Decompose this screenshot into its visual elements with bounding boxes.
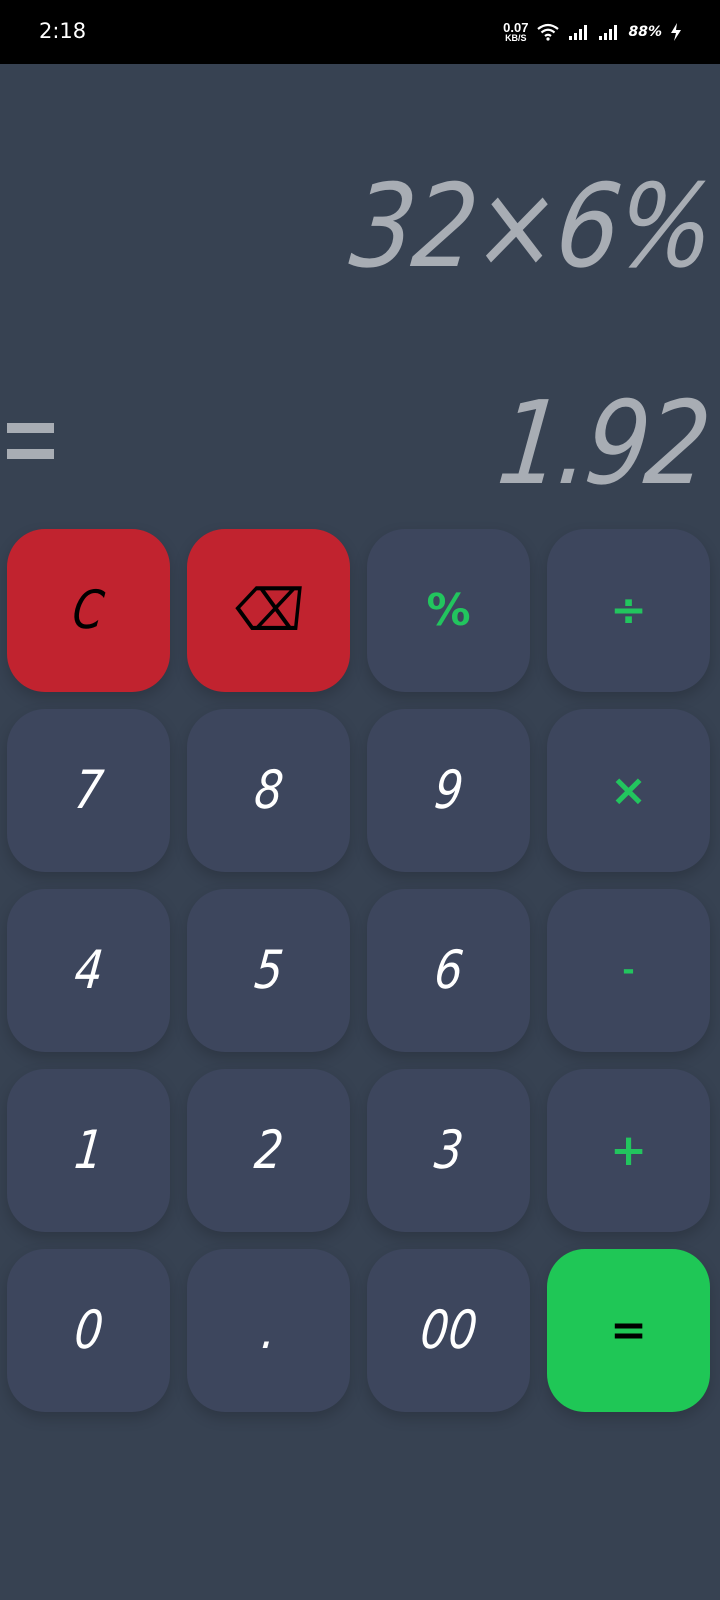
- charging-bolt-icon: [671, 23, 681, 41]
- wifi-icon: [537, 23, 560, 41]
- key-label: 7: [71, 759, 106, 822]
- battery-level: 88%: [628, 24, 662, 40]
- network-speed: 0.07 KB/S: [503, 21, 528, 43]
- status-bar: 2:18 0.07 KB/S 88%: [0, 0, 720, 64]
- key-label: .: [258, 1299, 279, 1362]
- key-label: C: [69, 579, 108, 642]
- key-label: -: [622, 953, 635, 988]
- double-zero-button[interactable]: 00: [367, 1249, 530, 1412]
- decimal-button[interactable]: .: [187, 1249, 350, 1412]
- digit-1-button[interactable]: 1: [7, 1069, 170, 1232]
- status-icons: 0.07 KB/S 88%: [503, 18, 682, 46]
- key-label: =: [610, 1305, 647, 1356]
- key-label: 1: [71, 1119, 106, 1182]
- status-time: 2:18: [39, 19, 87, 43]
- network-speed-unit: KB/S: [505, 33, 527, 43]
- key-label: 5: [251, 939, 286, 1002]
- key-label: 8: [251, 759, 286, 822]
- divide-button[interactable]: ÷: [547, 529, 710, 692]
- key-label: ÷: [610, 585, 647, 636]
- key-label: ⌫: [231, 576, 306, 645]
- key-label: ×: [610, 765, 647, 816]
- equals-symbol-icon: [7, 423, 54, 459]
- digit-5-button[interactable]: 5: [187, 889, 350, 1052]
- result-display: 1.92: [492, 376, 714, 511]
- digit-0-button[interactable]: 0: [7, 1249, 170, 1412]
- digit-7-button[interactable]: 7: [7, 709, 170, 872]
- key-label: 4: [71, 939, 106, 1002]
- key-label: +: [610, 1125, 647, 1176]
- key-label: 9: [431, 759, 466, 822]
- backspace-button[interactable]: ⌫: [187, 529, 350, 692]
- digit-9-button[interactable]: 9: [367, 709, 530, 872]
- signal-icon: [599, 25, 618, 40]
- equals-button[interactable]: =: [547, 1249, 710, 1412]
- digit-2-button[interactable]: 2: [187, 1069, 350, 1232]
- digit-8-button[interactable]: 8: [187, 709, 350, 872]
- key-label: 6: [431, 939, 466, 1002]
- key-label: 2: [251, 1119, 286, 1182]
- percent-button[interactable]: %: [367, 529, 530, 692]
- minus-button[interactable]: -: [547, 889, 710, 1052]
- clear-button[interactable]: C: [7, 529, 170, 692]
- key-label: 3: [431, 1119, 466, 1182]
- signal-icon: [569, 25, 588, 40]
- key-label: 0: [71, 1299, 106, 1362]
- expression-display: 32×6%: [345, 159, 720, 294]
- digit-6-button[interactable]: 6: [367, 889, 530, 1052]
- keypad: C ⌫% ÷ 7 8 9 × 4 5 6 - 1 2 3 +0. 00 =: [7, 529, 710, 1412]
- plus-button[interactable]: +: [547, 1069, 710, 1232]
- digit-3-button[interactable]: 3: [367, 1069, 530, 1232]
- key-label: 00: [417, 1299, 480, 1362]
- multiply-button[interactable]: ×: [547, 709, 710, 872]
- key-label: %: [426, 585, 471, 636]
- digit-4-button[interactable]: 4: [7, 889, 170, 1052]
